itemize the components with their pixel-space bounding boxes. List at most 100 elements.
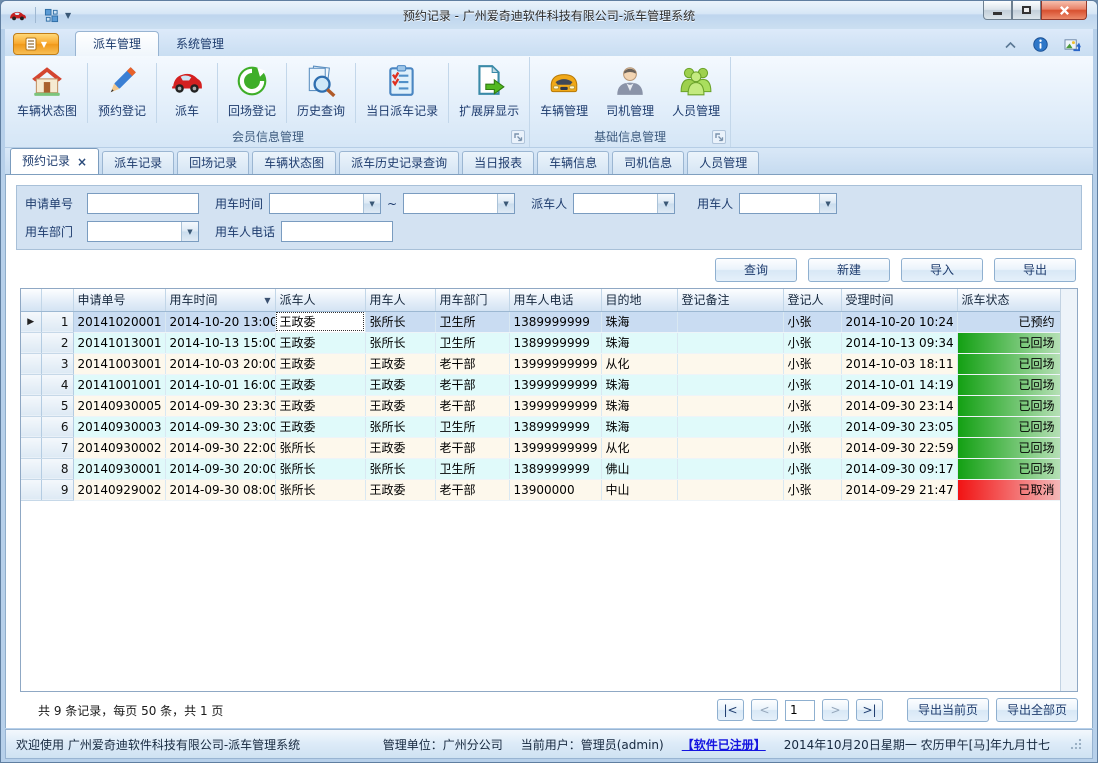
cell-用车人电话[interactable]: 13900000 — [509, 479, 601, 500]
cell-用车人电话[interactable]: 13999999999 — [509, 395, 601, 416]
column-header-登记备注[interactable]: 登记备注 — [677, 289, 783, 311]
document-tab-车辆状态图[interactable]: 车辆状态图 — [252, 151, 336, 174]
cell-受理时间[interactable]: 2014-10-13 09:34 — [841, 332, 957, 353]
dispatch-status-badge[interactable]: 已回场 — [957, 458, 1060, 479]
ribbon-button-车辆管理[interactable]: 车辆管理 — [531, 57, 597, 129]
license-link[interactable]: 【软件已注册】 — [682, 736, 766, 753]
cell-申请单号[interactable]: 20140930005 — [73, 395, 165, 416]
ribbon-tab-system[interactable]: 系统管理 — [159, 33, 241, 56]
import-button[interactable]: 导入 — [901, 258, 983, 282]
table-row[interactable]: 3201410030012014-10-03 20:00王政委王政委老干部139… — [21, 353, 1060, 374]
cell-登记人[interactable]: 小张 — [783, 437, 841, 458]
about-mail-icon[interactable] — [1064, 37, 1081, 52]
cell-派车人[interactable]: 王政委 — [275, 374, 365, 395]
cell-登记备注[interactable] — [677, 311, 783, 332]
export-current-page-button[interactable]: 导出当前页 — [907, 698, 989, 722]
cell-登记备注[interactable] — [677, 353, 783, 374]
cell-用车人电话[interactable]: 1389999999 — [509, 458, 601, 479]
cell-用车人电话[interactable]: 13999999999 — [509, 437, 601, 458]
cell-派车人[interactable]: 王政委 — [275, 395, 365, 416]
cell-派车人[interactable]: 王政委 — [275, 311, 365, 332]
cell-目的地[interactable]: 珠海 — [601, 332, 677, 353]
table-row[interactable]: 9201409290022014-09-30 08:00张所长王政委老干部139… — [21, 479, 1060, 500]
cell-受理时间[interactable]: 2014-10-01 14:19 — [841, 374, 957, 395]
quick-access-layout-icon[interactable] — [44, 8, 59, 23]
ribbon-button-车辆状态图[interactable]: 车辆状态图 — [8, 57, 86, 129]
cell-用车时间[interactable]: 2014-09-30 22:00 — [165, 437, 275, 458]
cell-用车部门[interactable]: 卫生所 — [435, 311, 509, 332]
cell-用车部门[interactable]: 卫生所 — [435, 458, 509, 479]
cell-目的地[interactable]: 珠海 — [601, 311, 677, 332]
cell-目的地[interactable]: 中山 — [601, 479, 677, 500]
cell-用车部门[interactable]: 老干部 — [435, 479, 509, 500]
cell-用车时间[interactable]: 2014-09-30 23:30 — [165, 395, 275, 416]
cell-申请单号[interactable]: 20141020001 — [73, 311, 165, 332]
use-time-to-select[interactable]: ▼ — [403, 193, 515, 214]
cell-目的地[interactable]: 从化 — [601, 437, 677, 458]
row-number-cell[interactable]: 7 — [41, 437, 73, 458]
document-tab-派车历史记录查询[interactable]: 派车历史记录查询 — [339, 151, 459, 174]
column-header-受理时间[interactable]: 受理时间 — [841, 289, 957, 311]
cell-申请单号[interactable]: 20140929002 — [73, 479, 165, 500]
cell-用车部门[interactable]: 卫生所 — [435, 416, 509, 437]
chevron-down-icon[interactable]: ▼ — [363, 194, 380, 213]
dispatch-status-badge[interactable]: 已预约 — [957, 311, 1060, 332]
export-all-pages-button[interactable]: 导出全部页 — [996, 698, 1078, 722]
cell-申请单号[interactable]: 20141013001 — [73, 332, 165, 353]
dialog-launcher-icon[interactable] — [712, 130, 726, 144]
minimize-button[interactable] — [983, 1, 1012, 20]
ribbon-button-司机管理[interactable]: 司机管理 — [597, 57, 663, 129]
cell-派车人[interactable]: 王政委 — [275, 332, 365, 353]
cell-派车人[interactable]: 张所长 — [275, 479, 365, 500]
cell-用车人电话[interactable]: 1389999999 — [509, 332, 601, 353]
dispatch-status-badge[interactable]: 已回场 — [957, 395, 1060, 416]
restore-button[interactable] — [1012, 1, 1041, 20]
cell-登记备注[interactable] — [677, 416, 783, 437]
ribbon-button-回场登记[interactable]: 回场登记 — [219, 57, 285, 129]
cell-用车部门[interactable]: 老干部 — [435, 437, 509, 458]
cell-登记人[interactable]: 小张 — [783, 416, 841, 437]
ribbon-tab-dispatch[interactable]: 派车管理 — [75, 31, 159, 56]
row-number-cell[interactable]: 4 — [41, 374, 73, 395]
cell-申请单号[interactable]: 20140930002 — [73, 437, 165, 458]
dialog-launcher-icon[interactable] — [511, 130, 525, 144]
query-button[interactable]: 查询 — [715, 258, 797, 282]
document-tab-司机信息[interactable]: 司机信息 — [612, 151, 684, 174]
cell-用车时间[interactable]: 2014-10-03 20:00 — [165, 353, 275, 374]
ribbon-button-历史查询[interactable]: 历史查询 — [288, 57, 354, 129]
vertical-scrollbar[interactable] — [1060, 289, 1077, 691]
cell-派车人[interactable]: 王政委 — [275, 353, 365, 374]
chevron-down-icon[interactable]: ▼ — [181, 222, 198, 241]
cell-登记人[interactable]: 小张 — [783, 458, 841, 479]
cell-受理时间[interactable]: 2014-09-30 23:05 — [841, 416, 957, 437]
user-select[interactable]: ▼ — [739, 193, 837, 214]
dispatch-status-badge[interactable]: 已回场 — [957, 353, 1060, 374]
column-header-用车部门[interactable]: 用车部门 — [435, 289, 509, 311]
column-header-用车时间[interactable]: 用车时间▼ — [165, 289, 275, 311]
cell-用车时间[interactable]: 2014-09-30 20:00 — [165, 458, 275, 479]
cell-登记备注[interactable] — [677, 458, 783, 479]
cell-用车人[interactable]: 王政委 — [365, 395, 435, 416]
dispatch-status-badge[interactable]: 已回场 — [957, 416, 1060, 437]
cell-目的地[interactable]: 珠海 — [601, 416, 677, 437]
cell-受理时间[interactable]: 2014-09-30 09:17 — [841, 458, 957, 479]
cell-用车时间[interactable]: 2014-10-13 15:00 — [165, 332, 275, 353]
page-number-input[interactable] — [785, 700, 815, 721]
cell-用车人[interactable]: 王政委 — [365, 437, 435, 458]
cell-申请单号[interactable]: 20140930001 — [73, 458, 165, 479]
cell-受理时间[interactable]: 2014-09-29 21:47 — [841, 479, 957, 500]
cell-用车部门[interactable]: 老干部 — [435, 374, 509, 395]
cell-用车人电话[interactable]: 13999999999 — [509, 374, 601, 395]
cell-用车人[interactable]: 张所长 — [365, 416, 435, 437]
cell-用车人[interactable]: 王政委 — [365, 479, 435, 500]
table-row[interactable]: 6201409300032014-09-30 23:00王政委张所长卫生所138… — [21, 416, 1060, 437]
table-row[interactable]: 5201409300052014-09-30 23:30王政委王政委老干部139… — [21, 395, 1060, 416]
cell-用车人电话[interactable]: 13999999999 — [509, 353, 601, 374]
export-button[interactable]: 导出 — [994, 258, 1076, 282]
cell-派车人[interactable]: 张所长 — [275, 437, 365, 458]
table-row[interactable]: 4201410010012014-10-01 16:00王政委王政委老干部139… — [21, 374, 1060, 395]
close-button[interactable] — [1041, 1, 1087, 20]
column-header-用车人电话[interactable]: 用车人电话 — [509, 289, 601, 311]
ribbon-button-扩展屏显示[interactable]: 扩展屏显示 — [450, 57, 528, 129]
prev-page-button[interactable]: < — [751, 699, 778, 721]
